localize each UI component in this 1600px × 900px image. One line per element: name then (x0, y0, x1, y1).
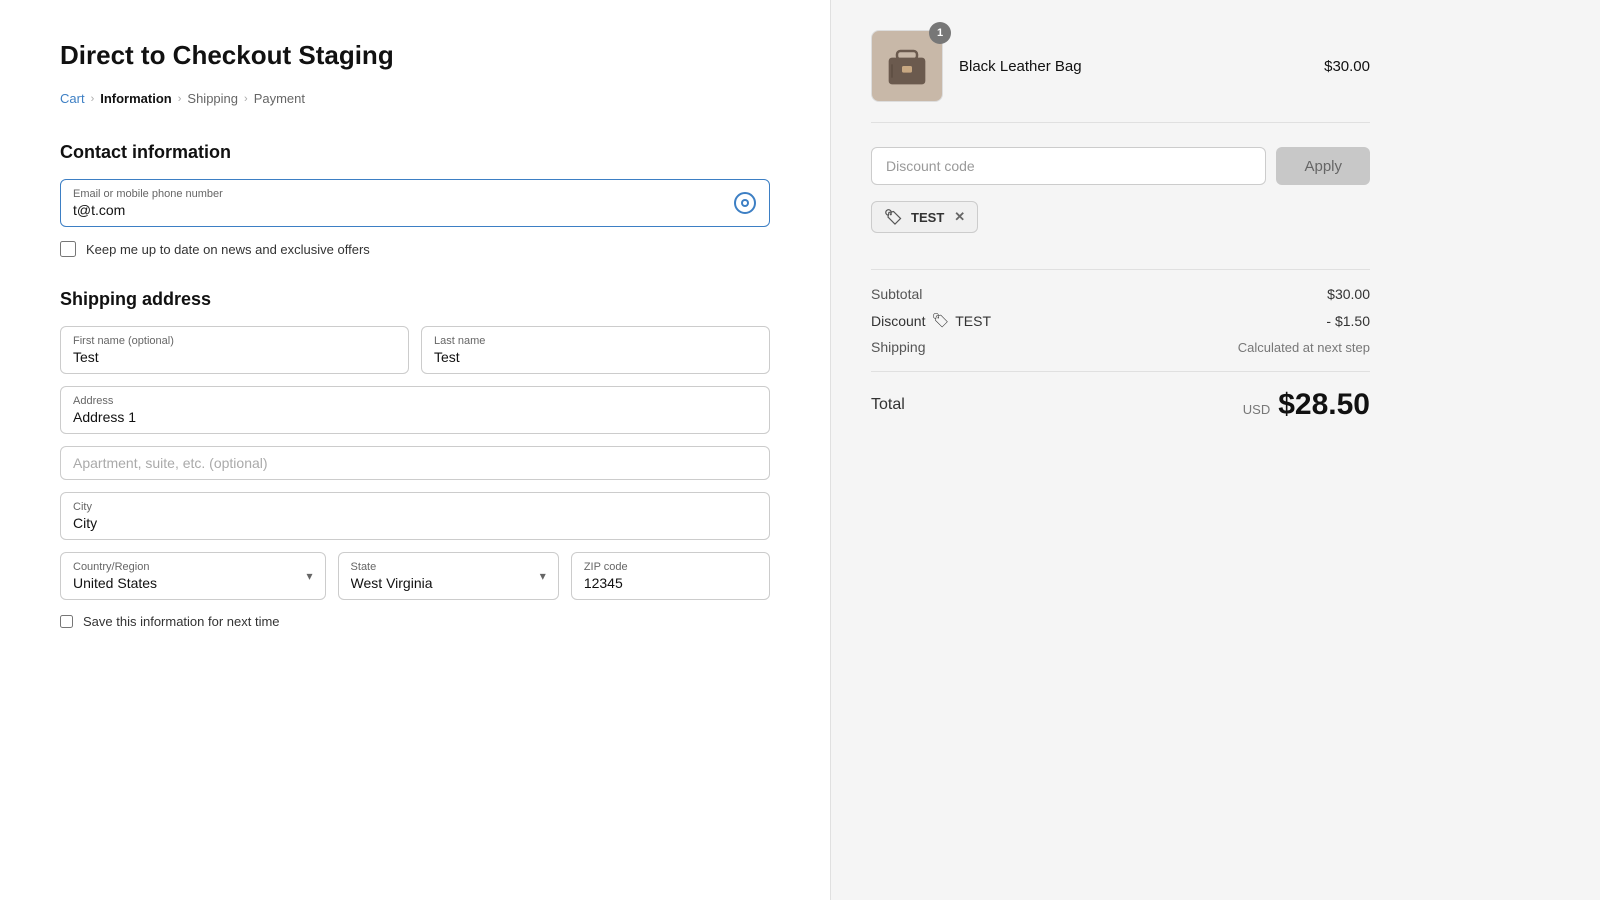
product-image-wrapper: 1 (871, 30, 943, 102)
first-name-label: First name (optional) (73, 335, 396, 347)
save-info-label: Save this information for next time (83, 614, 280, 629)
discount-label-group: Discount 🏷 TEST (871, 312, 991, 329)
breadcrumb-information: Information (100, 91, 172, 106)
country-wrapper: Country/Region United States ▾ (60, 552, 326, 600)
shipping-section-title: Shipping address (60, 289, 770, 310)
product-name: Black Leather Bag (959, 58, 1308, 75)
state-wrapper: State West Virginia ▾ (338, 552, 559, 600)
total-value-group: USD $28.50 (1243, 388, 1370, 422)
autofill-icon (733, 191, 757, 215)
city-label: City (73, 501, 757, 513)
discount-tag-icon: 🏷 (931, 312, 949, 329)
apartment-input[interactable] (73, 455, 757, 471)
zip-input[interactable] (584, 575, 757, 591)
shipping-label: Shipping (871, 339, 926, 355)
email-form-group: Email or mobile phone number (60, 179, 770, 227)
total-label: Total (871, 396, 905, 414)
last-name-input[interactable] (434, 349, 757, 365)
subtotal-value: $30.00 (1327, 286, 1370, 302)
address-form-group: Address (60, 386, 770, 434)
breadcrumb-chevron-1: › (91, 93, 95, 105)
divider-2 (871, 371, 1370, 372)
newsletter-label: Keep me up to date on news and exclusive… (86, 242, 370, 257)
last-name-wrapper: Last name (421, 326, 770, 374)
country-select[interactable]: United States (73, 575, 313, 591)
remove-coupon-button[interactable]: ✕ (954, 209, 965, 225)
apply-button[interactable]: Apply (1276, 147, 1370, 185)
total-amount: $28.50 (1278, 388, 1370, 422)
breadcrumb-chevron-2: › (178, 93, 182, 105)
address-label: Address (73, 395, 757, 407)
product-quantity-badge: 1 (929, 22, 951, 44)
discount-label-text: Discount (871, 313, 925, 329)
discount-code-badge: TEST (955, 313, 991, 329)
save-info-row: Save this information for next time (60, 614, 770, 629)
name-row: First name (optional) Last name (60, 326, 770, 374)
state-label: State (351, 561, 546, 573)
coupon-code-label: TEST (911, 210, 944, 225)
discount-row: Apply (871, 147, 1370, 185)
email-input-wrapper: Email or mobile phone number (60, 179, 770, 227)
email-label: Email or mobile phone number (73, 188, 725, 200)
product-image-svg (882, 41, 932, 91)
contact-section-title: Contact information (60, 142, 770, 163)
coupon-tag-icon: 🏷 (884, 208, 903, 226)
discount-value: - $1.50 (1326, 313, 1370, 329)
apartment-wrapper (60, 446, 770, 480)
apartment-form-group (60, 446, 770, 480)
product-price: $30.00 (1324, 58, 1370, 75)
total-currency: USD (1243, 402, 1270, 417)
breadcrumb-cart[interactable]: Cart (60, 91, 85, 106)
newsletter-row: Keep me up to date on news and exclusive… (60, 241, 770, 257)
product-row: 1 Black Leather Bag $30.00 (871, 30, 1370, 123)
first-name-wrapper: First name (optional) (60, 326, 409, 374)
subtotal-row: Subtotal $30.00 (871, 286, 1370, 302)
zip-label: ZIP code (584, 561, 757, 573)
newsletter-checkbox[interactable] (60, 241, 76, 257)
save-info-checkbox[interactable] (60, 615, 73, 628)
breadcrumb-payment: Payment (254, 91, 305, 106)
state-select[interactable]: West Virginia (351, 575, 546, 591)
region-row: Country/Region United States ▾ State Wes… (60, 552, 770, 600)
city-input[interactable] (73, 515, 757, 531)
discount-input[interactable] (871, 147, 1266, 185)
address-wrapper: Address (60, 386, 770, 434)
discount-summary-row: Discount 🏷 TEST - $1.50 (871, 312, 1370, 329)
last-name-label: Last name (434, 335, 757, 347)
first-name-input[interactable] (73, 349, 396, 365)
divider-1 (871, 269, 1370, 270)
coupon-tag: 🏷 TEST ✕ (871, 201, 978, 233)
address-input[interactable] (73, 409, 757, 425)
subtotal-label: Subtotal (871, 286, 922, 302)
shipping-row: Shipping Calculated at next step (871, 339, 1370, 355)
breadcrumb-chevron-3: › (244, 93, 248, 105)
left-panel: Direct to Checkout Staging Cart › Inform… (0, 0, 830, 900)
page-title: Direct to Checkout Staging (60, 40, 770, 71)
breadcrumb-shipping: Shipping (187, 91, 238, 106)
shipping-value: Calculated at next step (1238, 340, 1370, 355)
city-wrapper: City (60, 492, 770, 540)
country-label: Country/Region (73, 561, 313, 573)
breadcrumb: Cart › Information › Shipping › Payment (60, 91, 770, 106)
right-panel: 1 Black Leather Bag $30.00 Apply 🏷 TEST … (830, 0, 1410, 900)
zip-wrapper: ZIP code (571, 552, 770, 600)
email-input[interactable] (73, 202, 725, 218)
city-form-group: City (60, 492, 770, 540)
total-row: Total USD $28.50 (871, 388, 1370, 422)
